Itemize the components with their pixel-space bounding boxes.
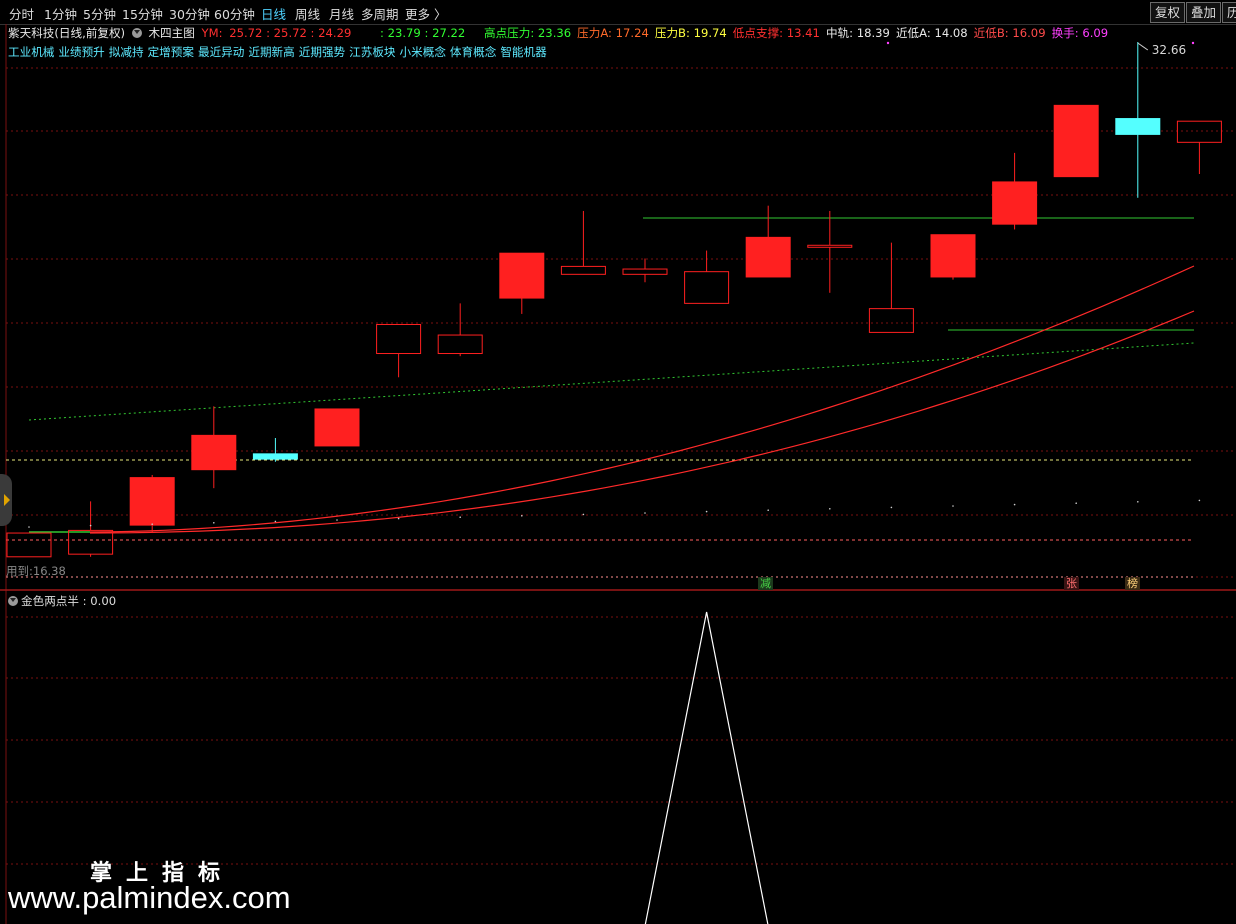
info-item: 近低A: 14.08 [895,26,968,40]
concept-tag[interactable]: 小米概念 [400,45,446,59]
sub-dropdown-icon[interactable] [8,596,18,606]
trend-line-green [28,342,1195,421]
reference-dot [829,508,831,510]
candle-body [684,271,730,304]
reference-dot [459,516,462,518]
concept-tag[interactable]: 近期新高 [248,45,294,59]
reference-dot [1075,502,1077,505]
reference-dot [1013,503,1016,506]
concept-tag[interactable]: 体育概念 [450,45,496,59]
concept-tag[interactable]: 智能机器 [500,45,546,59]
info-items: 高点压力: 23.36 压力A: 17.24 压力B: 19.74 低点支撑: 13.… [484,26,1114,40]
concept-tag[interactable]: 近期强势 [299,45,345,59]
candle-body [129,477,175,526]
reference-dot [274,520,277,523]
bottom-left-note: 用到:16.38 [6,564,66,578]
concept-tag[interactable]: 最近异动 [198,45,244,59]
concept-tag[interactable]: 江苏板块 [349,45,395,59]
reference-dot [336,519,338,521]
reference-dot [28,526,30,528]
reference-dot [1198,499,1201,502]
expand-left-arrow-icon[interactable] [0,474,12,526]
concept-tag[interactable]: 工业机械 [8,45,54,59]
candle-body [437,334,483,355]
candle-body [252,453,298,460]
candle-body [376,323,422,355]
info-item: 换手: 6.09 [1051,26,1109,40]
candle-body [68,529,114,555]
dropdown-icon[interactable] [131,28,142,38]
reference-dot [151,523,153,525]
info-item: 近低B: 16.09 [973,26,1046,40]
concept-tag[interactable]: 定增预案 [148,45,194,59]
magenta-dot [1191,41,1195,45]
high-price-label: 32.66 [1152,43,1186,57]
high-pointer [1137,42,1149,51]
reference-dot [213,522,215,524]
reference-dot [952,505,954,507]
candle-body [314,408,360,447]
concept-tag[interactable]: 业绩预升 [58,45,104,59]
info-item: 低点支撑: 13.41 [732,26,820,40]
indicator-name[interactable]: 木四主图 [148,26,194,40]
reference-dot [397,517,400,520]
indicator-info-line: 紫天科技(日线,前复权) 木四主图 YM: 25.72 : 25.72 : 24… [8,25,1117,41]
candle-body [1053,104,1099,178]
info-item: 压力A: 17.24 [577,26,649,40]
candle-body [745,236,791,278]
ym-values: 25.72 : 25.72 : 24.29 [229,26,352,40]
info-item: 高点压力: 23.36 [483,26,572,40]
candle-body [6,532,52,558]
reference-dot [521,515,523,517]
ym-values2: : 23.79 : 27.22 [380,26,466,40]
ym-label: YM: [201,26,223,40]
signal-marker: 榜 [1125,577,1140,590]
candle-body [868,308,914,333]
ma-curve-slow [89,310,1195,534]
candle-body [560,265,606,275]
reference-dot [644,512,646,514]
magenta-dot [886,41,890,45]
candle-body [930,234,976,278]
candle-body [1115,118,1161,135]
kline-chart[interactable]: 32.66 [0,0,1236,924]
signal-marker: 张 [1064,577,1079,590]
candle-body [1176,120,1222,143]
sub-indicator-name[interactable]: 金色两点半 [21,594,79,608]
watermark-url: www.palmindex.com [8,880,291,915]
reference-dot [767,509,769,512]
info-item: 压力B: 19.74 [654,26,727,40]
stock-name[interactable]: 紫天科技(日线,前复权) [8,26,125,40]
info-item: 中轨: 18.39 [825,26,890,40]
reference-dot [1137,501,1139,503]
sub-indicator-title: 金色两点半 : 0.00 [8,593,116,609]
sub-indicator-value: 0.00 [90,594,117,608]
signal-marker: 减 [758,577,773,590]
candle-body [191,434,237,471]
reference-dot [705,510,708,513]
ma-curve-fast [89,265,1195,533]
reference-dot [89,524,92,527]
concept-tag[interactable]: 拟减持 [109,45,144,59]
candle-body [622,268,668,275]
candle-body [807,244,853,248]
concept-tags: 工业机械 业绩预升 拟减持 定增预案 最近异动 近期新高 近期强势 江苏板块 小米概念 体育概念智… [8,44,551,60]
candle-body [499,252,545,299]
candle-body [992,181,1038,225]
reference-dot [890,506,893,509]
reference-dot [582,513,585,516]
